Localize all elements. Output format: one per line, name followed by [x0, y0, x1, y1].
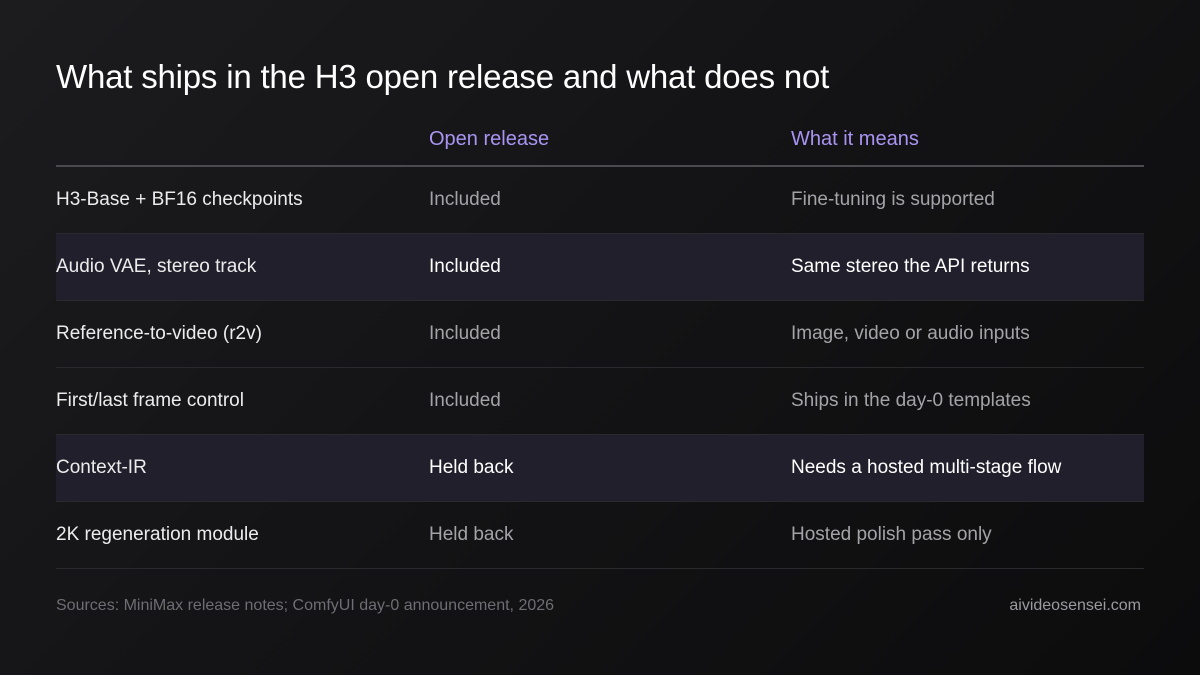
table-row: First/last frame control Included Ships …: [56, 368, 1144, 435]
table-row: Reference-to-video (r2v) Included Image,…: [56, 301, 1144, 368]
slide: What ships in the H3 open release and wh…: [56, 0, 1144, 675]
status-cell: Included: [429, 390, 501, 411]
meaning-cell: Fine-tuning is supported: [791, 189, 995, 210]
meaning-cell: Needs a hosted multi-stage flow: [791, 457, 1062, 478]
table-row: H3-Base + BF16 checkpoints Included Fine…: [56, 167, 1144, 234]
table-row: 2K regeneration module Held back Hosted …: [56, 502, 1144, 569]
meaning-cell: Same stereo the API returns: [791, 256, 1030, 277]
status-cell: Included: [429, 256, 501, 277]
feature-cell: Context-IR: [56, 457, 147, 478]
feature-cell: H3-Base + BF16 checkpoints: [56, 189, 303, 210]
table-row: Audio VAE, stereo track Included Same st…: [56, 234, 1144, 301]
status-cell: Included: [429, 323, 501, 344]
meaning-cell: Ships in the day-0 templates: [791, 390, 1031, 411]
feature-cell: Audio VAE, stereo track: [56, 256, 257, 277]
table-row: Context-IR Held back Needs a hosted mult…: [56, 435, 1144, 502]
feature-cell: 2K regeneration module: [56, 524, 259, 545]
status-cell: Held back: [429, 524, 514, 545]
brand-link: aivideosensei.com: [1009, 597, 1141, 614]
table-header: Open release What it means: [56, 114, 1144, 167]
feature-cell: Reference-to-video (r2v): [56, 323, 262, 344]
status-cell: Included: [429, 189, 501, 210]
header-open-release: Open release: [429, 128, 550, 150]
page-title: What ships in the H3 open release and wh…: [56, 58, 830, 95]
sources-note: Sources: MiniMax release notes; ComfyUI …: [56, 597, 555, 614]
release-table: Open release What it means H3-Base + BF1…: [56, 114, 1144, 569]
meaning-cell: Hosted polish pass only: [791, 524, 992, 545]
meaning-cell: Image, video or audio inputs: [791, 323, 1030, 344]
header-what-it-means: What it means: [791, 128, 919, 150]
feature-cell: First/last frame control: [56, 390, 244, 411]
status-cell: Held back: [429, 457, 514, 478]
